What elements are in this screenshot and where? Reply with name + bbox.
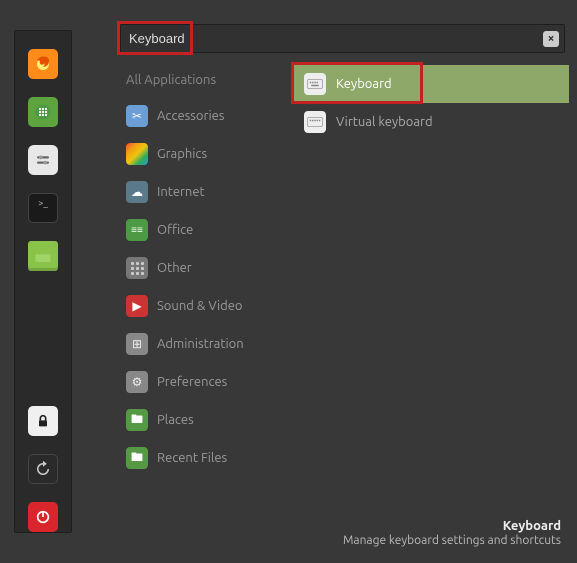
firefox-icon[interactable] (28, 49, 58, 79)
category-places[interactable]: 🖿 Places (120, 401, 288, 439)
settings-icon[interactable] (28, 145, 58, 175)
footer-title: Keyboard (80, 519, 561, 533)
office-icon: ≡≡ (126, 219, 148, 241)
category-label: Office (157, 223, 193, 237)
category-preferences[interactable]: ⚙ Preferences (120, 363, 288, 401)
category-list: All Applications ✂ Accessories Graphics … (120, 65, 288, 513)
category-recent-files[interactable]: 🖿 Recent Files (120, 439, 288, 477)
main-area: × All Applications ✂ Accessories Graphic… (72, 0, 577, 563)
result-virtual-keyboard[interactable]: Virtual keyboard (294, 103, 569, 141)
category-label: Other (157, 261, 192, 275)
admin-icon: ⊞ (126, 333, 148, 355)
footer-description: Manage keyboard settings and shortcuts (80, 534, 561, 547)
grid-icon (126, 257, 148, 279)
keyboard-icon (304, 73, 326, 95)
favorites-panel: >_ (14, 30, 72, 533)
scissors-icon: ✂ (126, 105, 148, 127)
lock-icon[interactable] (28, 406, 58, 436)
category-sound-video[interactable]: ▶ Sound & Video (120, 287, 288, 325)
recent-icon: 🖿 (126, 447, 148, 469)
category-graphics[interactable]: Graphics (120, 135, 288, 173)
search-input[interactable] (120, 24, 565, 53)
restart-icon[interactable] (28, 454, 58, 484)
applications-icon[interactable] (28, 97, 58, 127)
category-label: Recent Files (157, 451, 227, 465)
category-label: Graphics (157, 147, 207, 161)
folder-icon: 🖿 (126, 409, 148, 431)
files-icon[interactable] (28, 241, 58, 271)
preferences-icon: ⚙ (126, 371, 148, 393)
results-list: Keyboard Virtual keyboard (294, 65, 569, 513)
category-office[interactable]: ≡≡ Office (120, 211, 288, 249)
graphics-icon (126, 143, 148, 165)
category-accessories[interactable]: ✂ Accessories (120, 97, 288, 135)
status-footer: Keyboard Manage keyboard settings and sh… (80, 513, 569, 553)
category-other[interactable]: Other (120, 249, 288, 287)
clear-search-icon[interactable]: × (543, 31, 559, 47)
power-icon[interactable] (28, 502, 58, 532)
category-label: Sound & Video (157, 299, 243, 313)
category-label: Administration (157, 337, 244, 351)
cloud-icon: ☁ (126, 181, 148, 203)
result-label: Virtual keyboard (336, 115, 433, 129)
virtual-keyboard-icon (304, 111, 326, 133)
terminal-icon[interactable]: >_ (28, 193, 58, 223)
category-label: Preferences (157, 375, 227, 389)
result-label: Keyboard (336, 77, 392, 91)
category-label: Places (157, 413, 194, 427)
category-administration[interactable]: ⊞ Administration (120, 325, 288, 363)
category-label: Internet (157, 185, 205, 199)
result-keyboard[interactable]: Keyboard (294, 65, 569, 103)
play-icon: ▶ (126, 295, 148, 317)
category-all-applications[interactable]: All Applications (120, 65, 288, 97)
category-label: All Applications (126, 73, 216, 87)
category-internet[interactable]: ☁ Internet (120, 173, 288, 211)
category-label: Accessories (157, 109, 224, 123)
